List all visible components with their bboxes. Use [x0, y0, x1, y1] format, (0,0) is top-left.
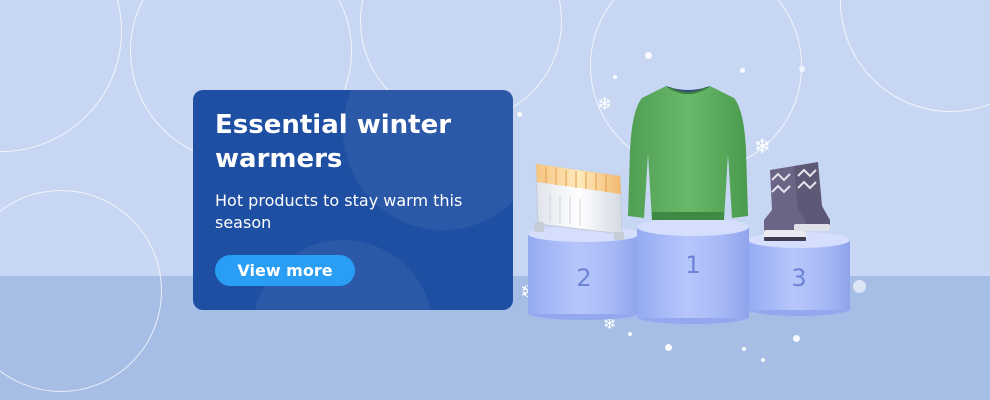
heater-image[interactable] — [530, 150, 634, 246]
view-more-button[interactable]: View more — [215, 255, 355, 286]
snow-dot — [742, 347, 746, 351]
snowflake-icon: ❄ — [597, 94, 613, 115]
decor-ring — [840, 0, 990, 112]
promo-card: Essential winter warmers Hot products to… — [193, 90, 513, 310]
podium-third: 3 — [748, 232, 850, 316]
boots-image[interactable] — [760, 160, 832, 244]
snow-dot — [853, 280, 866, 293]
promo-subtitle: Hot products to stay warm this season — [215, 191, 463, 232]
winter-banner[interactable]: Essential winter warmers Hot products to… — [0, 0, 990, 400]
snow-dot — [740, 68, 745, 73]
promo-title: Essential winter warmers — [215, 110, 452, 174]
snow-dot — [645, 52, 652, 59]
snow-dot — [628, 332, 632, 336]
snow-dot — [799, 66, 805, 72]
podium-rank-second: 2 — [576, 264, 592, 292]
snow-dot — [613, 75, 617, 79]
snow-dot — [793, 335, 800, 342]
podium-first: 1 — [637, 218, 749, 324]
podium-rank-first: 1 — [685, 251, 701, 279]
sweater-image[interactable] — [626, 80, 750, 228]
podium-rank-third: 3 — [791, 264, 807, 292]
snow-dot — [517, 112, 522, 117]
snow-dot — [665, 344, 672, 351]
decor-ring — [0, 0, 122, 152]
snowflake-icon: ❄ — [754, 134, 771, 158]
snow-dot — [761, 358, 765, 362]
